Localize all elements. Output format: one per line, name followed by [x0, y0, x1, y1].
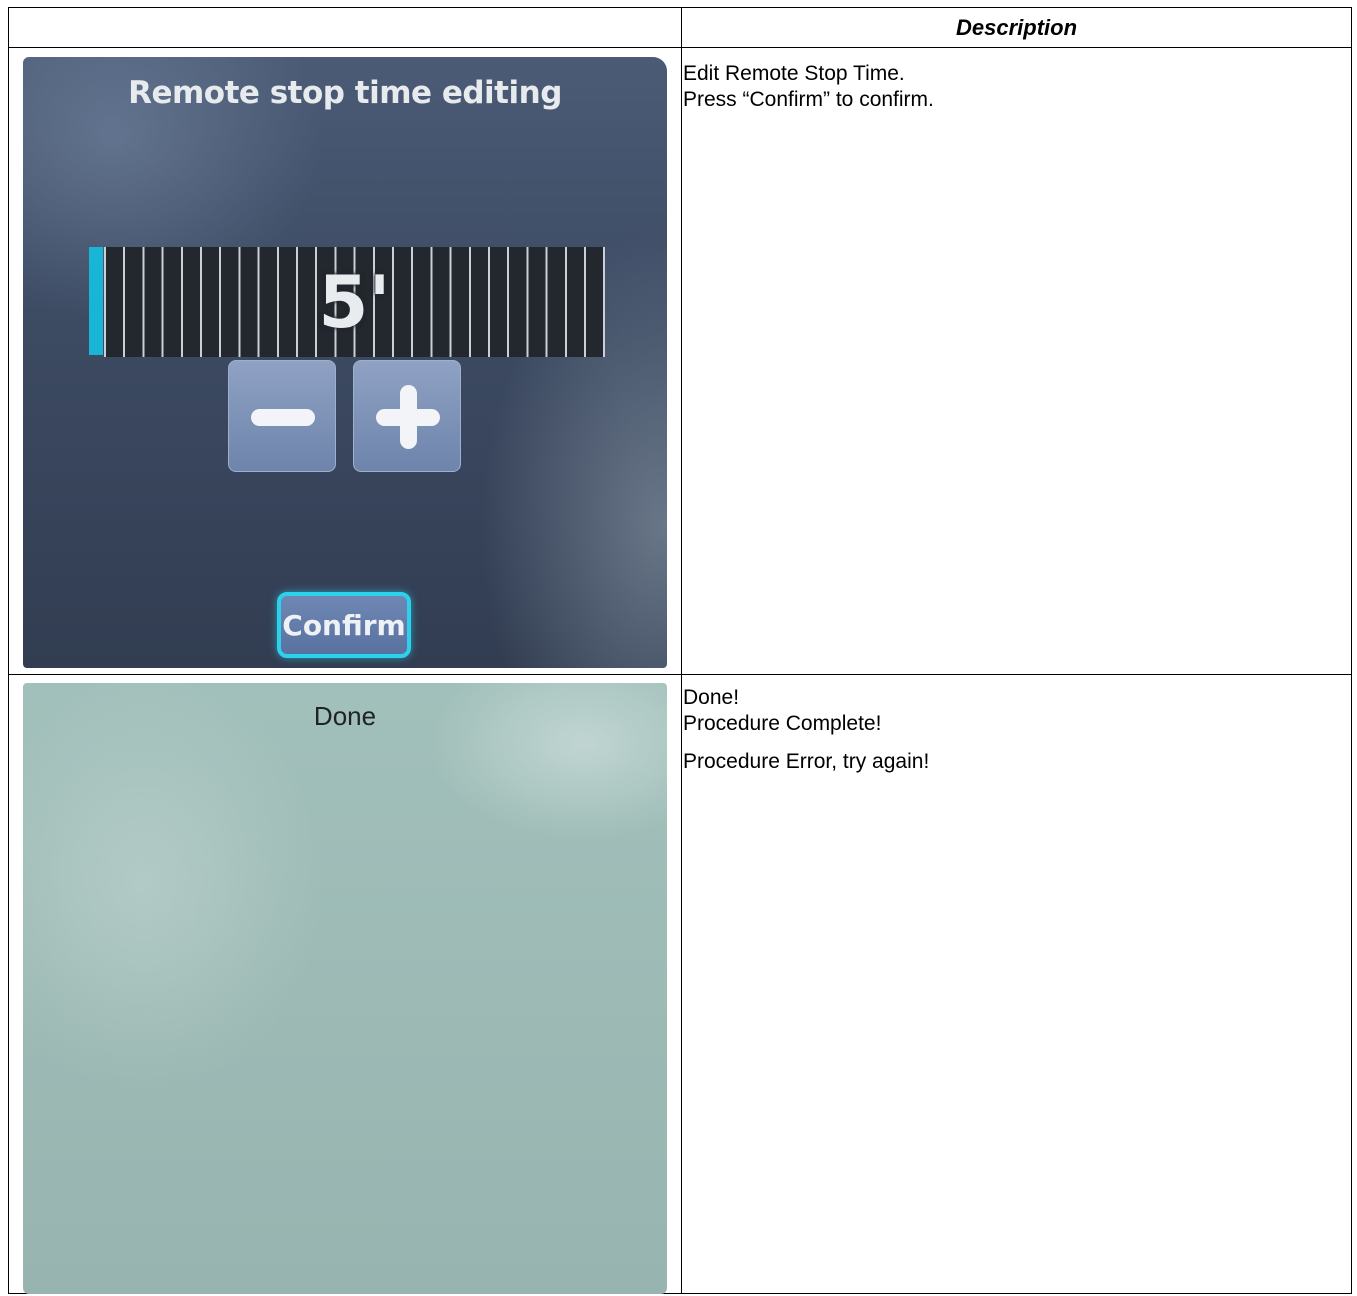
- description-line: Procedure Complete!: [683, 712, 882, 735]
- row-divider: [9, 674, 1351, 675]
- stop-time-value: 5': [318, 260, 391, 344]
- row-1-description: Edit Remote Stop Time. Press “Confirm” t…: [683, 61, 934, 113]
- screen-title: Remote stop time editing: [128, 75, 562, 111]
- column-divider: [681, 8, 682, 1293]
- description-line: Press “Confirm” to confirm.: [683, 88, 934, 111]
- stop-time-level-indicator: [89, 247, 103, 355]
- column-header-description: Description: [955, 14, 1078, 40]
- decrease-button[interactable]: [228, 360, 336, 472]
- done-screen: Done: [23, 683, 667, 1294]
- screen-title: Done: [313, 701, 377, 731]
- stop-time-bar[interactable]: 5': [104, 247, 605, 357]
- header-divider: [9, 47, 1351, 48]
- confirm-button[interactable]: Confirm: [277, 592, 411, 658]
- description-line: Done!: [683, 686, 740, 709]
- row-2-description: Done! Procedure Complete! Procedure Erro…: [683, 685, 929, 775]
- increase-button[interactable]: [353, 360, 461, 472]
- description-line: Edit Remote Stop Time.: [683, 62, 905, 85]
- minus-icon: [251, 409, 315, 426]
- description-line: Procedure Error, try again!: [683, 750, 930, 773]
- remote-stop-time-screen: Remote stop time editing 5' Confirm: [23, 57, 667, 668]
